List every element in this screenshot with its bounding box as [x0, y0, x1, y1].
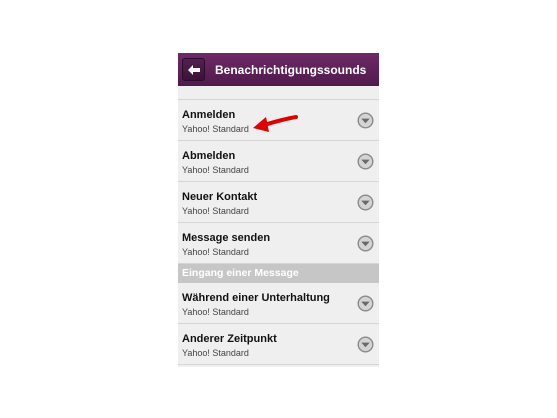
setting-value: Yahoo! Standard [182, 348, 249, 358]
setting-neuer-kontakt[interactable]: Neuer Kontakt Yahoo! Standard [178, 182, 379, 223]
setting-label: Neuer Kontakt [182, 191, 258, 203]
setting-value: Yahoo! Standard [182, 165, 249, 175]
dropdown-chevron-icon[interactable] [357, 235, 374, 252]
page-title: Benachrichtigungssounds [215, 62, 367, 77]
setting-label: Während einer Unterhaltung [182, 292, 330, 304]
section-header: Eingang einer Message [178, 264, 379, 283]
dropdown-chevron-icon[interactable] [357, 194, 374, 211]
setting-value: Yahoo! Standard [182, 247, 249, 257]
dropdown-chevron-icon[interactable] [357, 336, 374, 353]
dropdown-chevron-icon[interactable] [357, 112, 374, 129]
annotation-arrow-icon [253, 115, 298, 132]
app-header: Benachrichtigungssounds [178, 53, 379, 86]
setting-label: Anderer Zeitpunkt [182, 333, 277, 345]
list-top-spacer [178, 86, 379, 100]
setting-anderer-zeitpunkt[interactable]: Anderer Zeitpunkt Yahoo! Standard [178, 324, 379, 365]
setting-label: Abmelden [182, 150, 236, 162]
setting-value: Yahoo! Standard [182, 307, 249, 317]
dropdown-chevron-icon[interactable] [357, 153, 374, 170]
setting-value: Yahoo! Standard [182, 206, 249, 216]
back-arrow-icon [187, 64, 200, 75]
back-button[interactable] [182, 58, 205, 81]
setting-waehrend-unterhaltung[interactable]: Während einer Unterhaltung Yahoo! Standa… [178, 283, 379, 324]
setting-label: Message senden [182, 232, 271, 244]
setting-value: Yahoo! Standard [182, 124, 249, 134]
setting-label: Anmelden [182, 109, 236, 121]
setting-message-senden[interactable]: Message senden Yahoo! Standard [178, 223, 379, 264]
phone-screen: Benachrichtigungssounds Anmelden Yahoo! … [178, 53, 379, 367]
setting-abmelden[interactable]: Abmelden Yahoo! Standard [178, 141, 379, 182]
dropdown-chevron-icon[interactable] [357, 295, 374, 312]
